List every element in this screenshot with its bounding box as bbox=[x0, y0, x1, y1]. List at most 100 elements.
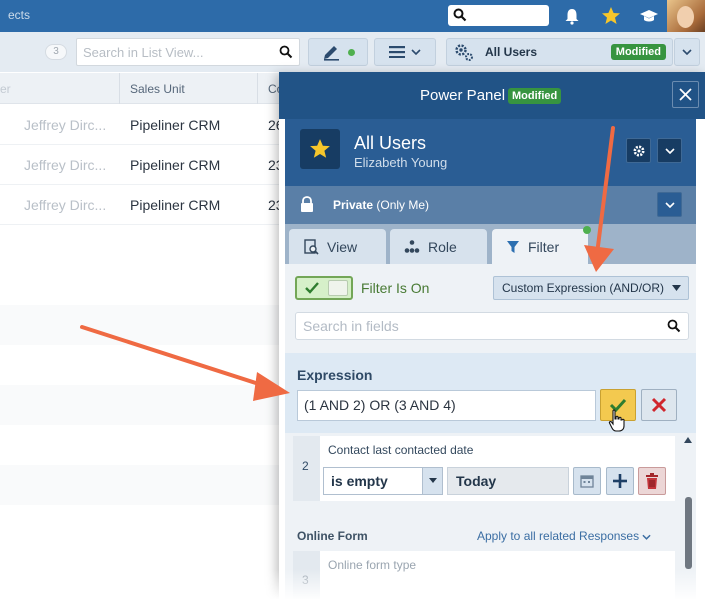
empty-row bbox=[0, 385, 290, 425]
column-header-sales-unit[interactable]: Sales Unit bbox=[130, 82, 185, 96]
list-search-field[interactable] bbox=[76, 38, 300, 66]
add-condition-button[interactable] bbox=[606, 467, 634, 495]
avatar-face bbox=[677, 6, 694, 28]
list-options-button[interactable] bbox=[374, 38, 436, 66]
view-menu-button[interactable] bbox=[657, 138, 682, 163]
panel-header: Power Panel Modified bbox=[279, 72, 705, 119]
filter-mode-value: Custom Expression (AND/OR) bbox=[502, 281, 665, 295]
search-icon[interactable] bbox=[279, 45, 293, 59]
modified-badge: Modified bbox=[610, 44, 666, 60]
table-row[interactable]: Jeffrey Dirc... Pipeliner CRM 23 bbox=[0, 145, 290, 185]
settings-button[interactable] bbox=[626, 138, 651, 163]
owner-cell: Jeffrey Dirc... bbox=[24, 157, 107, 173]
list-search-input[interactable] bbox=[77, 39, 267, 65]
tab-role-label: Role bbox=[428, 238, 457, 255]
calendar-button[interactable] bbox=[573, 467, 601, 495]
tab-filter-label: Filter bbox=[528, 238, 560, 255]
plus-icon bbox=[613, 474, 627, 488]
field-search-input[interactable] bbox=[296, 313, 646, 339]
close-icon bbox=[679, 88, 692, 101]
chevron-down-icon bbox=[642, 534, 652, 540]
close-icon bbox=[651, 397, 667, 413]
cancel-expression-button[interactable] bbox=[641, 389, 677, 421]
expression-editor: Expression (1 AND 2) OR (3 AND 4) bbox=[285, 353, 696, 433]
avatar[interactable] bbox=[667, 0, 705, 32]
table-row[interactable]: Jeffrey Dirc... Pipeliner CRM 26 bbox=[0, 105, 290, 145]
empty-row bbox=[0, 465, 290, 505]
caret-down-icon bbox=[672, 285, 681, 291]
scroll-up-icon[interactable] bbox=[684, 437, 692, 443]
star-icon[interactable] bbox=[600, 5, 622, 27]
tab-filter[interactable]: Filter bbox=[492, 226, 591, 264]
delete-condition-button[interactable] bbox=[638, 467, 666, 495]
column-divider[interactable] bbox=[119, 73, 120, 104]
filter-toggle[interactable] bbox=[295, 276, 353, 300]
modified-badge: Modified bbox=[508, 88, 562, 104]
view-owner: Elizabeth Young bbox=[354, 155, 448, 170]
toggle-knob bbox=[328, 280, 348, 296]
graduation-cap-icon[interactable] bbox=[638, 5, 660, 27]
section-title: Online Form bbox=[297, 529, 368, 543]
panel-tabs: View Role Filter bbox=[285, 224, 696, 264]
table-row[interactable]: Jeffrey Dirc... Pipeliner CRM 23 bbox=[0, 185, 290, 225]
column-divider[interactable] bbox=[257, 73, 258, 104]
tab-view[interactable]: View bbox=[289, 229, 386, 264]
calendar-icon bbox=[580, 475, 594, 488]
funnel-icon bbox=[507, 240, 519, 253]
field-search[interactable] bbox=[295, 312, 689, 340]
favorite-button[interactable] bbox=[300, 129, 340, 169]
view-selector-label: All Users bbox=[485, 45, 538, 59]
check-icon bbox=[305, 282, 319, 294]
condition-number: 2 bbox=[302, 459, 309, 473]
gear-icon bbox=[633, 145, 644, 156]
condition-operator-select[interactable]: is empty bbox=[323, 467, 443, 495]
owner-cell: Jeffrey Dirc... bbox=[24, 117, 107, 133]
trash-icon bbox=[646, 472, 658, 489]
condition-operator: is empty bbox=[331, 473, 388, 489]
panel-title: Power Panel bbox=[420, 87, 506, 104]
edit-view-button[interactable] bbox=[308, 38, 368, 66]
privacy-detail: (Only Me) bbox=[373, 198, 430, 212]
view-card: All Users Elizabeth Young bbox=[285, 119, 696, 186]
condition-field: Contact last contacted date bbox=[328, 443, 474, 457]
condition-number: 3 bbox=[302, 573, 309, 587]
conditions-scrollbar[interactable] bbox=[681, 433, 696, 599]
tab-view-label: View bbox=[327, 238, 358, 255]
chevron-down-icon bbox=[664, 201, 675, 208]
global-search-input[interactable] bbox=[448, 5, 549, 26]
view-selector-button[interactable]: All Users Modified bbox=[446, 38, 673, 66]
expression-input[interactable]: (1 AND 2) OR (3 AND 4) bbox=[297, 390, 596, 421]
owner-cell: Jeffrey Dirc... bbox=[24, 197, 107, 213]
tab-role[interactable]: Role bbox=[390, 229, 487, 264]
view-dropdown-button[interactable] bbox=[674, 38, 700, 66]
sales-unit-cell: Pipeliner CRM bbox=[130, 197, 221, 213]
column-header-owner[interactable]: er bbox=[0, 82, 11, 96]
apply-related-label: Apply to all related Responses bbox=[477, 529, 640, 543]
sales-unit-cell: Pipeliner CRM bbox=[130, 117, 221, 133]
lock-icon bbox=[301, 196, 313, 212]
hierarchy-icon bbox=[404, 239, 420, 253]
bell-icon[interactable] bbox=[561, 5, 583, 27]
close-button[interactable] bbox=[672, 81, 699, 108]
filter-mode-select[interactable]: Custom Expression (AND/OR) bbox=[493, 276, 689, 300]
privacy-dropdown-button[interactable] bbox=[657, 192, 682, 217]
chevron-down-icon bbox=[411, 49, 421, 55]
star-icon bbox=[310, 139, 330, 158]
privacy-bar[interactable]: Private (Only Me) bbox=[285, 186, 696, 224]
privacy-level: Private bbox=[333, 198, 374, 212]
chevron-down-icon bbox=[682, 49, 692, 55]
search-icon[interactable] bbox=[667, 319, 681, 333]
filter-toggle-label: Filter Is On bbox=[361, 280, 430, 296]
scrollbar-thumb[interactable] bbox=[685, 497, 692, 569]
operator-dropdown[interactable] bbox=[422, 468, 442, 494]
view-name: All Users bbox=[354, 133, 427, 153]
list-icon bbox=[389, 46, 405, 58]
power-panel: Power Panel Modified All Users Elizabeth… bbox=[279, 72, 705, 599]
empty-row bbox=[0, 305, 290, 345]
expression-label: Expression bbox=[297, 367, 373, 383]
condition-value[interactable]: Today bbox=[447, 467, 569, 495]
apply-related-link[interactable]: Apply to all related Responses bbox=[477, 529, 652, 543]
search-icon bbox=[453, 8, 467, 22]
grid-header: er Sales Unit Co bbox=[0, 73, 290, 104]
chevron-down-icon bbox=[664, 147, 675, 154]
